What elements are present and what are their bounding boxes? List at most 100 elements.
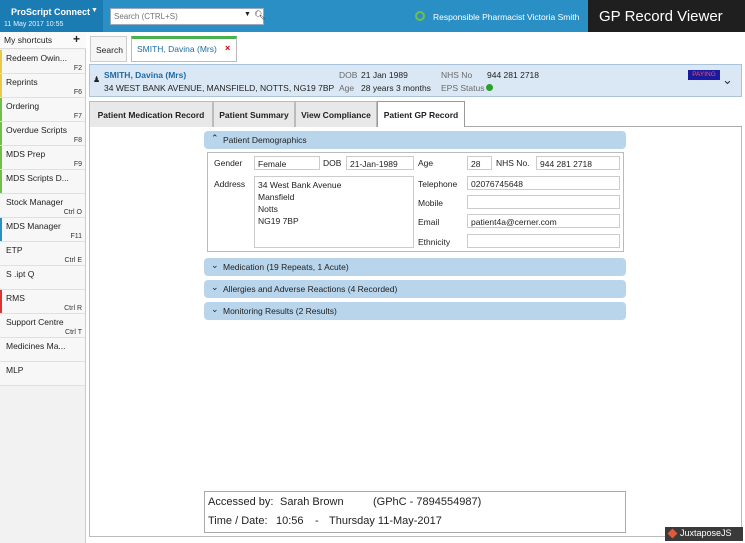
sidebar-item-5[interactable]: MDS Scripts D... <box>0 170 85 194</box>
access-time: 10:56 <box>276 515 304 527</box>
sidebar-item-shortcut: F11 <box>70 233 82 240</box>
section-allergies[interactable]: ⌄ Allergies and Adverse Reactions (4 Rec… <box>204 280 626 298</box>
tab-patient-summary[interactable]: Patient Summary <box>213 101 295 127</box>
sidebar-item-label: Medicines Ma... <box>6 341 66 351</box>
gphc-number: (GPhC - 7894554987) <box>373 496 482 508</box>
tab-patient-medication-record[interactable]: Patient Medication Record <box>89 101 213 127</box>
nhs-label: NHS No <box>441 70 473 80</box>
sidebar-item-11[interactable]: Support Centre Ctrl T <box>0 314 85 338</box>
sidebar-item-7[interactable]: MDS Manager F11 <box>0 218 85 242</box>
sidebar-item-shortcut: F8 <box>73 137 82 144</box>
dob-value: 21 Jan 1989 <box>361 70 408 80</box>
address-line-1: 34 West Bank Avenue <box>258 180 342 190</box>
sidebar-item-12[interactable]: Medicines Ma... <box>0 338 85 362</box>
age-value: 28 years 3 months <box>361 83 431 93</box>
shortcuts-sidebar: My shortcuts + Redeem Owin... F2 Reprints F… <box>0 32 86 543</box>
sidebar-item-3[interactable]: Overdue Scripts F8 <box>0 122 85 146</box>
access-audit-box: Accessed by: Sarah Brown (GPhC - 7894554… <box>204 491 626 533</box>
brand-caret-icon: ▼ <box>91 7 98 14</box>
status-badge: PAYING <box>688 70 720 80</box>
shortcuts-header: My shortcuts + <box>0 32 86 49</box>
age-label: Age <box>339 83 355 93</box>
sidebar-item-1[interactable]: Reprints F6 <box>0 74 85 98</box>
sidebar-item-label: ETP <box>6 245 23 255</box>
responsible-pharmacist[interactable]: Responsible Pharmacist Victoria Smith <box>433 12 579 22</box>
add-shortcut-icon[interactable]: + <box>73 32 80 46</box>
tab-view-compliance[interactable]: View Compliance <box>295 101 377 127</box>
address-line-4: NG19 7BP <box>258 216 299 226</box>
nhs-label: NHS No. <box>496 158 530 168</box>
sidebar-item-shortcut: F2 <box>73 65 82 72</box>
sidebar-accent-bar <box>0 218 2 241</box>
sidebar-item-4[interactable]: MDS Prep F9 <box>0 146 85 170</box>
sidebar-item-label: MLP <box>6 365 24 375</box>
sidebar-item-label: Ordering <box>6 101 40 111</box>
global-search[interactable]: ▼ 🔍︎ <box>110 8 265 25</box>
sidebar-accent-bar <box>0 98 2 121</box>
chevron-down-icon[interactable]: ⌄ <box>722 72 733 88</box>
shortcuts-title: My shortcuts <box>4 35 53 45</box>
access-date: Thursday 11-May-2017 <box>329 515 442 527</box>
chevron-up-icon: ⌃ <box>211 133 219 143</box>
sidebar-item-shortcut: Ctrl T <box>65 329 82 336</box>
patient-address: 34 WEST BANK AVENUE, MANSFIELD, NOTTS, N… <box>104 83 335 93</box>
telephone-field: 02076745648 <box>467 176 620 190</box>
sidebar-item-shortcut: F9 <box>73 161 82 168</box>
person-icon: ♟ <box>93 75 101 84</box>
juxtapose-label: JuxtaposeJS <box>680 528 732 538</box>
address-line-3: Notts <box>258 204 278 214</box>
nhs-value: 944 281 2718 <box>487 70 539 80</box>
section-monitoring[interactable]: ⌄ Monitoring Results (2 Results) <box>204 302 626 320</box>
sidebar-accent-bar <box>0 74 2 97</box>
sidebar-item-0[interactable]: Redeem Owin... F2 <box>0 50 85 74</box>
accessed-by-name: Sarah Brown <box>280 496 344 508</box>
sidebar-item-label: Support Centre <box>6 317 64 327</box>
search-input[interactable] <box>114 10 238 23</box>
section-patient-demographics[interactable]: ⌃ Patient Demographics <box>204 131 626 149</box>
tab-search[interactable]: Search <box>90 36 127 62</box>
section-title: Medication (19 Repeats, 1 Acute) <box>223 262 349 272</box>
app-brand-menu[interactable]: ProScript Connect ▼ 11 May 2017 10:55 <box>0 0 103 32</box>
section-title: Allergies and Adverse Reactions (4 Recor… <box>223 284 398 294</box>
sidebar-item-6[interactable]: Stock Manager Ctrl O <box>0 194 85 218</box>
sidebar-item-10[interactable]: RMS Ctrl R <box>0 290 85 314</box>
juxtapose-logo-icon <box>667 528 678 539</box>
patient-banner: ♟ SMITH, Davina (Mrs) 34 WEST BANK AVENU… <box>89 64 742 97</box>
tab-patient[interactable]: SMITH, Davina (Mrs) × <box>131 36 237 62</box>
patient-name[interactable]: SMITH, Davina (Mrs) <box>104 70 186 80</box>
dob-field: 21-Jan-1989 <box>346 156 414 170</box>
mobile-label: Mobile <box>418 198 444 208</box>
tab-patient-gp-record[interactable]: Patient GP Record <box>377 101 465 128</box>
sidebar-accent-bar <box>0 170 2 193</box>
sidebar-item-label: MDS Prep <box>6 149 46 159</box>
dob-label: DOB <box>323 158 342 168</box>
sidebar-item-13[interactable]: MLP <box>0 362 85 386</box>
top-bar: ProScript Connect ▼ 11 May 2017 10:55 ▼ … <box>0 0 745 32</box>
dob-label: DOB <box>339 70 358 80</box>
sidebar-item-2[interactable]: Ordering F7 <box>0 98 85 122</box>
sidebar-item-label: MDS Scripts D... <box>6 173 69 183</box>
chevron-down-icon: ⌄ <box>211 304 219 314</box>
section-medication[interactable]: ⌄ Medication (19 Repeats, 1 Acute) <box>204 258 626 276</box>
chevron-down-icon: ⌄ <box>211 260 219 270</box>
search-dropdown-icon[interactable]: ▼ <box>244 11 251 18</box>
sidebar-item-8[interactable]: ETP Ctrl E <box>0 242 85 266</box>
mobile-field <box>467 195 620 209</box>
sidebar-accent-bar <box>0 50 2 73</box>
eps-status-label: EPS Status <box>441 83 485 93</box>
sidebar-item-label: Overdue Scripts <box>6 125 67 135</box>
gender-field: Female <box>254 156 320 170</box>
email-field: patient4a@cerner.com <box>467 214 620 228</box>
brand-title: ProScript Connect <box>11 7 91 17</box>
sidebar-item-shortcut: Ctrl R <box>64 305 82 312</box>
record-tabs: Patient Medication Record Patient Summar… <box>89 101 742 128</box>
sidebar-item-shortcut: Ctrl O <box>63 209 82 216</box>
address-line-2: Mansfield <box>258 192 295 202</box>
sidebar-item-9[interactable]: S .ipt Q <box>0 266 85 290</box>
telephone-label: Telephone <box>418 179 458 189</box>
gender-label: Gender <box>214 158 243 168</box>
search-icon[interactable]: 🔍︎ <box>254 10 265 21</box>
sidebar-accent-bar <box>0 146 2 169</box>
close-icon[interactable]: × <box>225 43 230 53</box>
brand-date-time: 11 May 2017 10:55 <box>4 21 64 28</box>
